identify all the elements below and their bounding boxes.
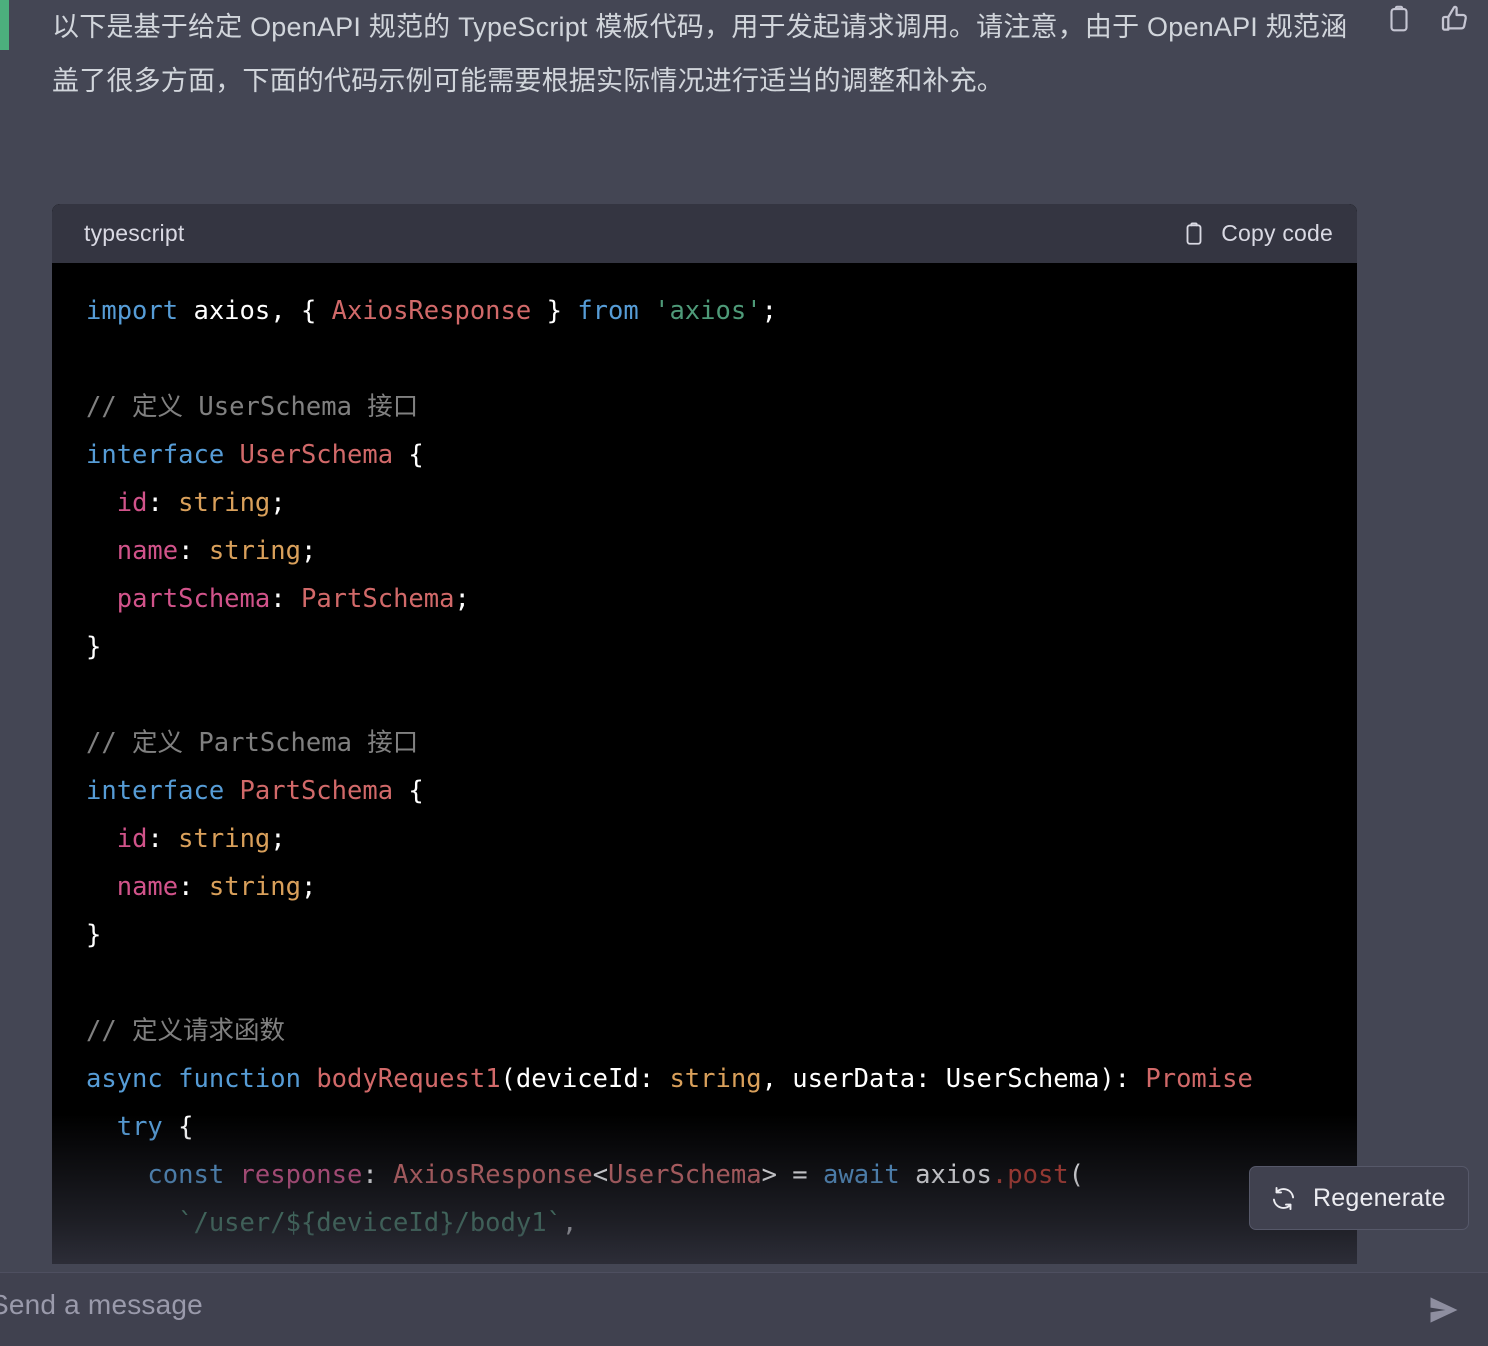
code-block-header: typescript Copy code xyxy=(52,204,1357,263)
message-actions xyxy=(1382,2,1472,36)
refresh-icon xyxy=(1270,1185,1297,1212)
message-input[interactable] xyxy=(0,1289,1330,1321)
assistant-message-text: 以下是基于给定 OpenAPI 规范的 TypeScript 模板代码，用于发起… xyxy=(52,12,1348,96)
message-composer xyxy=(0,1272,1488,1346)
regenerate-label: Regenerate xyxy=(1313,1183,1446,1212)
code-block-body[interactable]: import axios, { AxiosResponse } from 'ax… xyxy=(52,263,1357,1264)
copy-icon[interactable] xyxy=(1382,2,1416,36)
code-language-label: typescript xyxy=(84,220,185,246)
send-icon[interactable] xyxy=(1418,1287,1470,1333)
copy-code-label: Copy code xyxy=(1221,220,1333,246)
assistant-message: 以下是基于给定 OpenAPI 规范的 TypeScript 模板代码，用于发起… xyxy=(0,0,1488,1272)
clipboard-icon xyxy=(1181,221,1207,247)
code-block: typescript Copy code import axios, { Axi… xyxy=(52,204,1357,1264)
thumbs-up-icon[interactable] xyxy=(1438,2,1472,36)
regenerate-button[interactable]: Regenerate xyxy=(1249,1166,1469,1230)
copy-code-button[interactable]: Copy code xyxy=(1181,220,1333,247)
code-text: import axios, { AxiosResponse } from 'ax… xyxy=(86,296,1253,1238)
